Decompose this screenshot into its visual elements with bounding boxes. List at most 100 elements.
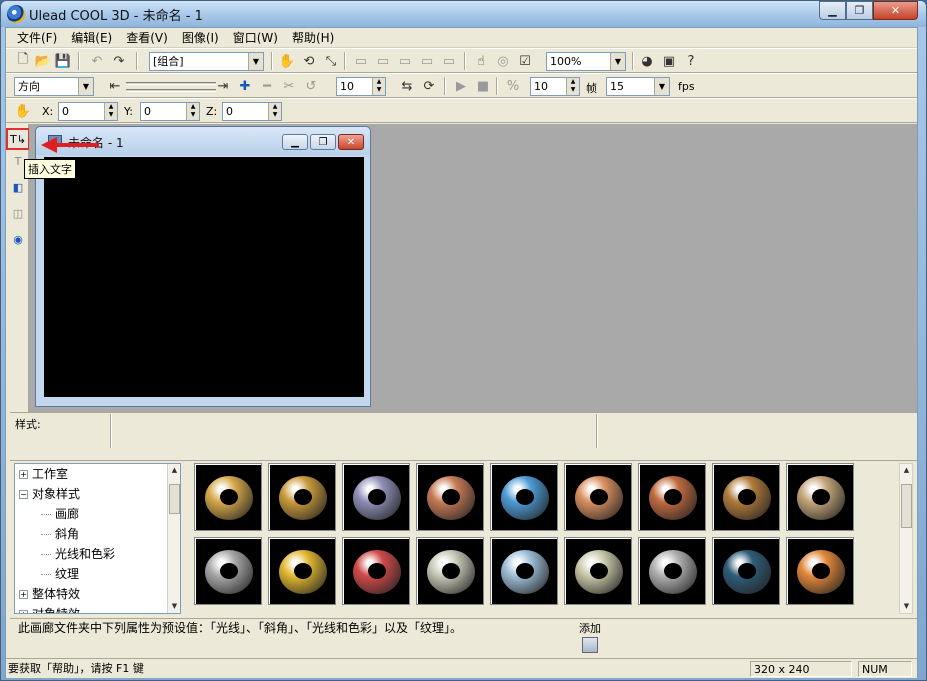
object-combo[interactable]: [组合] ▼ (149, 52, 264, 71)
align-middle-icon[interactable]: ▭ (374, 52, 392, 70)
gallery-thumb[interactable] (268, 463, 336, 531)
tree-item[interactable]: + 工作室 (19, 464, 68, 484)
minimize-button[interactable]: ▁ (819, 1, 846, 20)
gallery-thumb[interactable] (564, 537, 632, 605)
gallery-scrollbar[interactable]: ▲ ▼ (899, 463, 913, 614)
gallery-thumb[interactable] (342, 537, 410, 605)
frame-count-spin[interactable]: 10 ▲ ▼ (530, 77, 580, 96)
gallery-thumb[interactable] (342, 463, 410, 531)
add-keyframe-icon[interactable]: ✚ (236, 77, 254, 95)
gallery-scroll-thumb[interactable] (901, 484, 912, 528)
remove-keyframe-icon[interactable]: ━ (258, 77, 276, 95)
path-combo[interactable]: 方向 ▼ (14, 77, 94, 96)
gallery-thumb[interactable] (416, 537, 484, 605)
chevron-down-icon[interactable]: ▼ (78, 78, 93, 95)
gallery-thumb[interactable] (786, 537, 854, 605)
menu-help[interactable]: 帮助(H) (285, 28, 341, 47)
fps-combo[interactable]: 15 ▼ (606, 77, 670, 96)
gallery-thumb[interactable] (564, 463, 632, 531)
align-right-icon[interactable]: ▭ (440, 52, 458, 70)
redo-icon[interactable]: ↷ (110, 52, 128, 70)
doc-close-button[interactable]: ✕ (338, 134, 364, 150)
tool-hand-icon[interactable]: ☝ (472, 52, 490, 70)
doc-minimize-button[interactable]: ▁ (282, 134, 308, 150)
chevron-down-icon[interactable]: ▼ (654, 78, 669, 95)
reverse-icon[interactable]: ↺ (302, 77, 320, 95)
timeline-slider-lower[interactable] (126, 89, 216, 92)
align-top-icon[interactable]: ▭ (352, 52, 370, 70)
gallery-thumb[interactable] (194, 537, 262, 605)
tree-item[interactable]: + 对象特效 (19, 604, 80, 613)
scroll-up-icon[interactable]: ▲ (900, 464, 913, 477)
expand-icon[interactable]: + (19, 590, 28, 599)
scroll-down-icon[interactable]: ▼ (900, 600, 913, 613)
gallery-thumb[interactable] (490, 463, 558, 531)
app-icon[interactable] (7, 5, 25, 23)
document-window[interactable]: 未命名 - 1 ▁ ❐ ✕ (35, 126, 371, 407)
expand-icon[interactable]: + (19, 610, 28, 613)
chevron-down-icon[interactable]: ▼ (248, 53, 263, 70)
percent-icon[interactable]: % (504, 77, 522, 95)
colorful-icon[interactable]: ◕ (638, 52, 656, 70)
menu-window[interactable]: 窗口(W) (226, 28, 285, 47)
gallery-thumb[interactable] (786, 463, 854, 531)
insert-text-icon[interactable]: T↳ (6, 128, 30, 150)
loop-icon[interactable]: ⇆ (398, 77, 416, 95)
tree-item[interactable]: − 对象样式 (19, 484, 80, 504)
hand-pan-icon[interactable]: ✋ (278, 52, 296, 70)
last-keyframe-icon[interactable]: ⇥ (214, 77, 232, 95)
size-object-icon[interactable]: ⤡ (322, 52, 340, 70)
checkbox-icon[interactable]: ☑ (516, 52, 534, 70)
category-tree[interactable]: +工作室−对象样式画廊斜角光线和色彩纹理+整体特效+对象特效 ▲ ▼ (14, 463, 181, 614)
close-button[interactable]: ✕ (873, 1, 918, 20)
doc-maximize-button[interactable]: ❐ (310, 134, 336, 150)
collapse-icon[interactable]: − (19, 490, 28, 499)
z-input[interactable]: 0 ▲ ▼ (222, 102, 282, 121)
split-keyframe-icon[interactable]: ✂ (280, 77, 298, 95)
menu-image[interactable]: 图像(I) (175, 28, 226, 47)
render-canvas[interactable] (44, 157, 364, 397)
align-left-icon[interactable]: ▭ (418, 52, 436, 70)
tree-item[interactable]: 斜角 (41, 524, 79, 544)
tree-item[interactable]: + 整体特效 (19, 584, 80, 604)
frame-spin[interactable]: 10 ▲ ▼ (336, 77, 386, 96)
tree-scrollbar[interactable]: ▲ ▼ (167, 464, 180, 613)
gallery-thumb[interactable] (712, 463, 780, 531)
gallery-thumb[interactable] (712, 537, 780, 605)
new-file-icon[interactable]: 🗋 (14, 52, 32, 70)
align-bottom-icon[interactable]: ▭ (396, 52, 414, 70)
globe-icon[interactable]: ◎ (494, 52, 512, 70)
title-bar[interactable]: Ulead COOL 3D - 未命名 - 1 ▁ ❐ ✕ (1, 1, 926, 27)
gallery-thumb[interactable] (268, 537, 336, 605)
zoom-combo[interactable]: 100% ▼ (546, 52, 626, 71)
menu-file[interactable]: 文件(F) (10, 28, 64, 47)
play-icon[interactable]: ▶ (452, 77, 470, 95)
first-keyframe-icon[interactable]: ⇤ (106, 77, 124, 95)
gallery-thumb[interactable] (416, 463, 484, 531)
expand-icon[interactable]: + (19, 470, 28, 479)
tree-item[interactable]: 画廊 (41, 504, 79, 524)
open-folder-icon[interactable]: 📂 (34, 52, 52, 70)
menu-view[interactable]: 查看(V) (119, 28, 175, 47)
gallery-thumb[interactable] (638, 537, 706, 605)
insert-shape-icon[interactable]: ◧ (9, 178, 27, 196)
add-button[interactable]: 添加 (579, 620, 601, 653)
edit-shape-icon[interactable]: ◫ (9, 204, 27, 222)
help-pointer-icon[interactable]: ? (682, 52, 700, 70)
maximize-button[interactable]: ❐ (846, 1, 873, 20)
position-tool-icon[interactable]: ✋ (14, 102, 32, 120)
undo-icon[interactable]: ↶ (88, 52, 106, 70)
x-input[interactable]: 0 ▲ ▼ (58, 102, 118, 121)
tree-scroll-thumb[interactable] (169, 484, 180, 514)
chevron-down-icon[interactable]: ▼ (610, 53, 625, 70)
scroll-down-icon[interactable]: ▼ (168, 600, 180, 613)
tree-item[interactable]: 纹理 (41, 564, 79, 584)
refresh-icon[interactable]: ⟳ (420, 77, 438, 95)
color-palette-icon[interactable]: ▣ (660, 52, 678, 70)
save-icon[interactable]: 💾 (54, 52, 72, 70)
scroll-up-icon[interactable]: ▲ (168, 464, 180, 477)
y-input[interactable]: 0 ▲ ▼ (140, 102, 200, 121)
timeline-slider[interactable] (126, 82, 216, 85)
gallery-thumb[interactable] (194, 463, 262, 531)
gallery-thumb[interactable] (638, 463, 706, 531)
